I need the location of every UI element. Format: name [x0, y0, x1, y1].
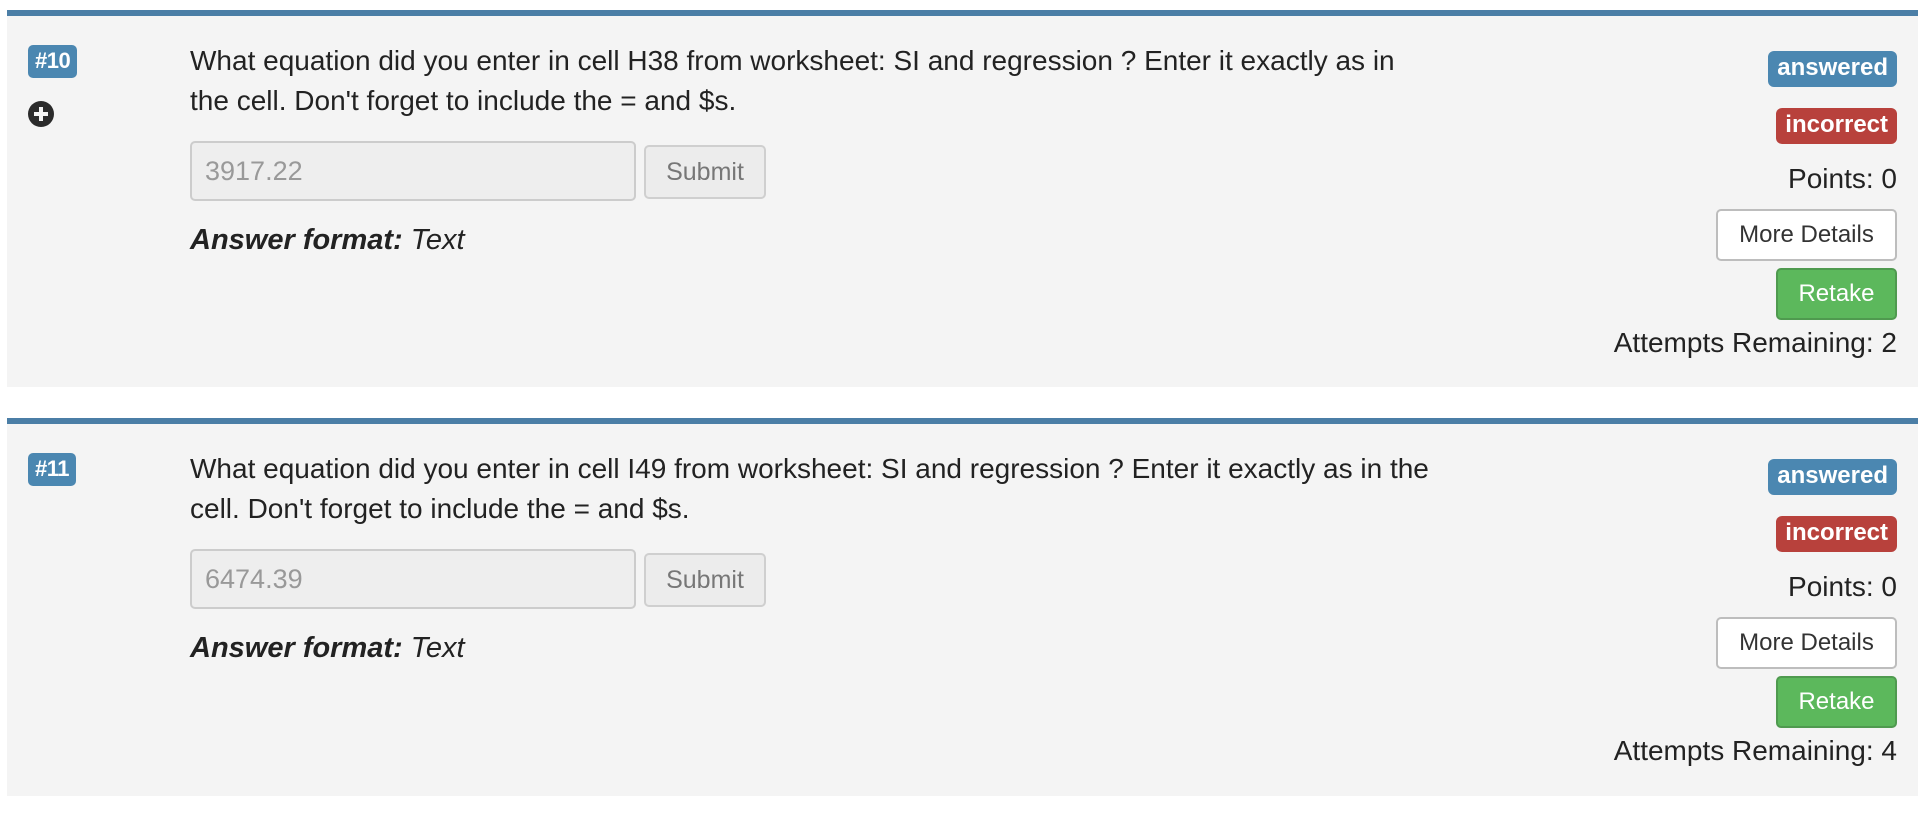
question-text: What equation did you enter in cell H38 … — [190, 45, 1395, 116]
attempts-remaining: Attempts Remaining: 2 — [1613, 327, 1897, 358]
status-badge-incorrect: incorrect — [1776, 108, 1897, 144]
submit-button[interactable]: Submit — [644, 553, 766, 607]
question-card: #11 What equation did you enter in cell … — [7, 418, 1918, 796]
question-card: #10 What equation did you enter in cell … — [7, 10, 1918, 387]
status-badge-answered: answered — [1768, 51, 1897, 87]
retake-button[interactable]: Retake — [1776, 268, 1897, 320]
points-label: Points: 0 — [1788, 163, 1897, 194]
status-badge-incorrect: incorrect — [1776, 516, 1897, 552]
answer-format-value: Text — [410, 224, 465, 256]
more-details-button[interactable]: More Details — [1716, 209, 1897, 261]
answer-input[interactable] — [190, 141, 636, 201]
answer-input[interactable] — [190, 549, 636, 609]
question-text: What equation did you enter in cell I49 … — [190, 453, 1429, 524]
more-details-button[interactable]: More Details — [1716, 617, 1897, 669]
attempts-remaining: Attempts Remaining: 4 — [1613, 735, 1897, 766]
question-number: #11 — [28, 453, 76, 486]
answer-format-label: Answer format: — [190, 632, 403, 664]
answer-format: Answer format: Text — [190, 632, 465, 665]
status-badge-answered: answered — [1768, 459, 1897, 495]
answer-format: Answer format: Text — [190, 224, 465, 257]
plus-circle-icon[interactable] — [28, 101, 54, 127]
retake-button[interactable]: Retake — [1776, 676, 1897, 728]
submit-button[interactable]: Submit — [644, 145, 766, 199]
question-number: #10 — [28, 45, 78, 78]
answer-format-value: Text — [410, 632, 465, 664]
answer-format-label: Answer format: — [190, 224, 403, 256]
points-label: Points: 0 — [1788, 571, 1897, 602]
